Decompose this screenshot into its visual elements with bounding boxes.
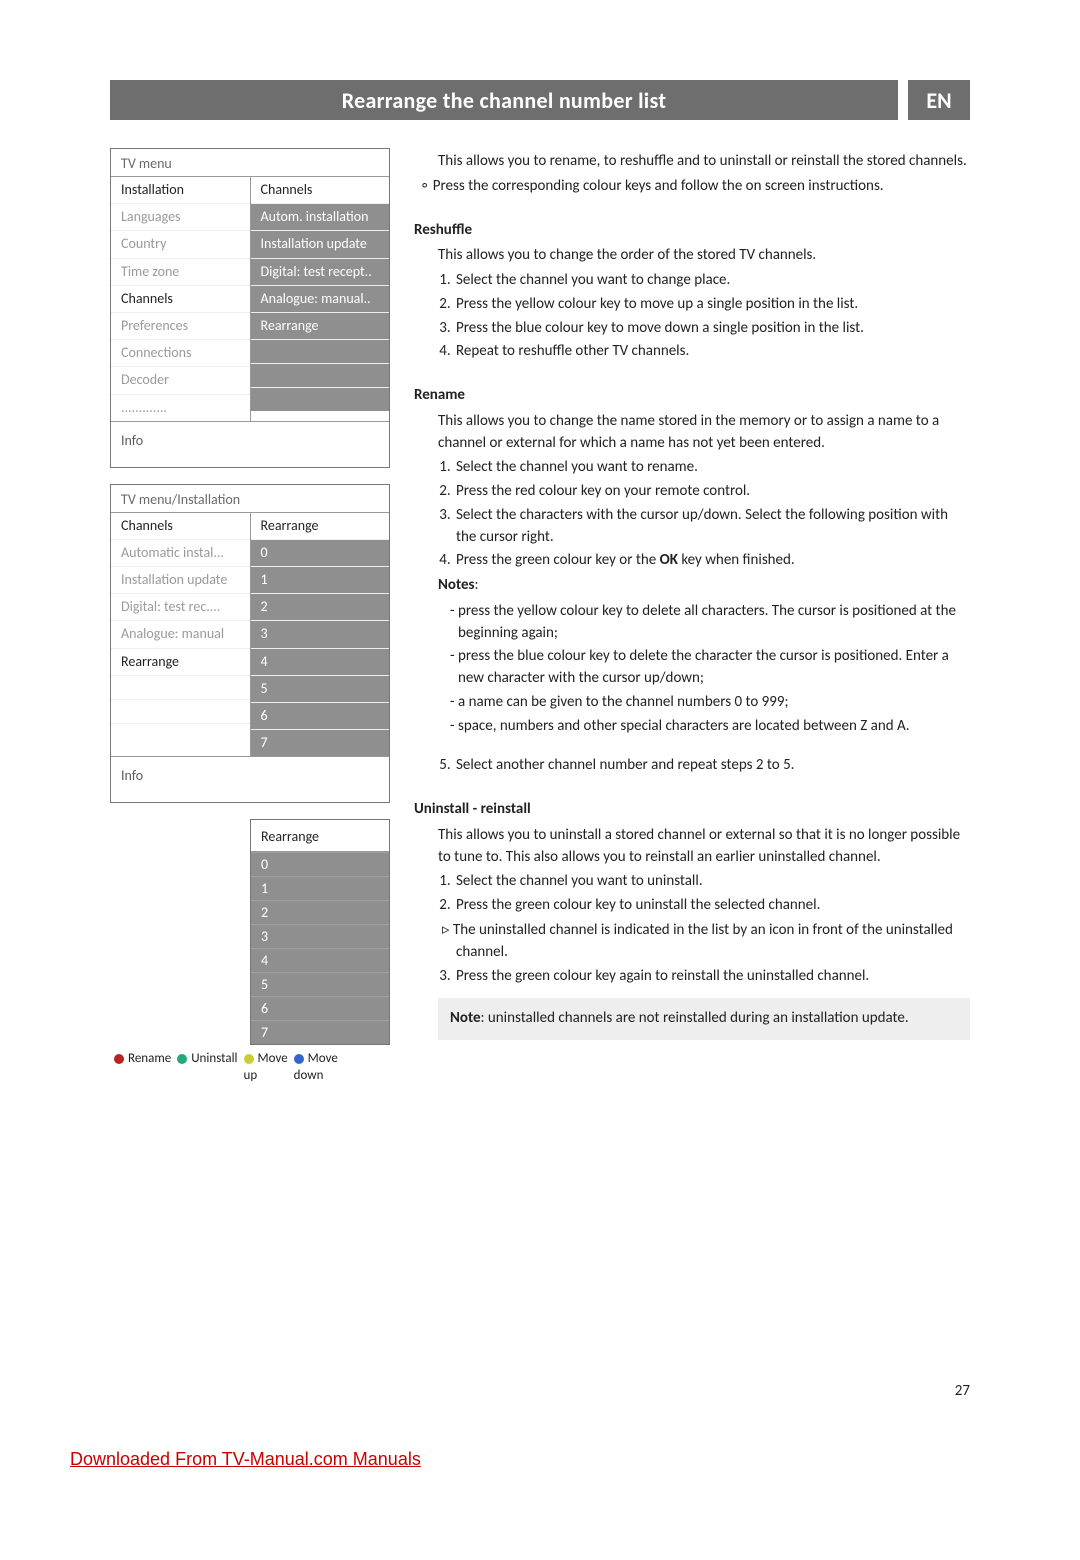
uninstall-note-box: Note: uninstalled channels are not reins…	[438, 998, 970, 1040]
colour-key-legend: Rename Uninstall Move up Move down	[110, 1045, 390, 1087]
panel1-right-item: Rearrange	[251, 312, 390, 339]
uninstall-step3: Press the green colour key again to rein…	[414, 966, 970, 988]
list-item: Select another channel number and repeat…	[454, 755, 970, 777]
rename-step5: Select another channel number and repeat…	[414, 755, 970, 777]
list-item: Repeat to reshuffle other TV channels.	[454, 341, 970, 363]
rearrange-block: Rearrange 0 1 2 3 4 5 6 7 Rename Uninsta…	[110, 819, 390, 1087]
menu-panel-2: TV menu/Installation Channels Automatic …	[110, 484, 390, 804]
reshuffle-steps: Select the channel you want to change pl…	[414, 270, 970, 363]
panel1-right-item: Analogue: manual..	[251, 285, 390, 312]
menu-panel-1: TV menu Installation Languages Country T…	[110, 148, 390, 468]
panel2-left-item: Installation update	[111, 566, 250, 593]
panel1-left-item: Decoder	[111, 366, 250, 393]
list-item: space, numbers and other special charact…	[458, 716, 970, 738]
list-item: Press the green colour key or the OK key…	[454, 550, 970, 572]
list-item: a name can be given to the channel numbe…	[458, 692, 970, 714]
panel3-row: 6	[251, 996, 389, 1020]
list-item: press the blue colour key to delete the …	[458, 646, 970, 690]
intro-2: ∘ Press the corresponding colour keys an…	[414, 176, 970, 198]
panel1-title: TV menu	[111, 149, 389, 177]
rename-desc: This allows you to change the name store…	[414, 411, 970, 455]
panel2-right-item: 3	[251, 620, 390, 647]
language-badge: EN	[908, 80, 970, 120]
panel1-left-item-selected: Channels	[111, 285, 250, 312]
list-item: Press the green colour key to uninstall …	[454, 895, 970, 917]
intro-1: This allows you to rename, to reshuffle …	[414, 151, 970, 173]
panel2-right-item: 2	[251, 593, 390, 620]
uninstall-steps: Select the channel you want to uninstall…	[414, 871, 970, 917]
list-item: Select the channel you want to uninstall…	[454, 871, 970, 893]
body-text: This allows you to rename, to reshuffle …	[414, 148, 970, 1087]
legend-uninstall: Uninstall	[191, 1051, 237, 1066]
panel1-right-item: Digital: test recept..	[251, 258, 390, 285]
rearrange-mini-panel: Rearrange 0 1 2 3 4 5 6 7	[250, 819, 390, 1045]
panel1-left-item: Languages	[111, 203, 250, 230]
panel2-right-item: 0	[251, 539, 390, 566]
panel3-row: 0	[251, 852, 389, 876]
panel1-left-item: Connections	[111, 339, 250, 366]
panel2-info: Info	[111, 756, 389, 802]
panel3-row: 3	[251, 924, 389, 948]
heading-reshuffle: Reshuffle	[414, 220, 970, 242]
red-dot-icon	[114, 1054, 124, 1064]
panel1-left-header: Installation	[111, 177, 250, 203]
panel2-left-item: Analogue: manual	[111, 620, 250, 647]
heading-uninstall: Uninstall - reinstall	[414, 799, 970, 821]
notes-list: press the yellow colour key to delete al…	[434, 601, 970, 738]
list-item: Select the channel you want to change pl…	[454, 270, 970, 292]
panel2-right-item: 1	[251, 566, 390, 593]
list-item: Press the red colour key on your remote …	[454, 481, 970, 503]
header-bar: Rearrange the channel number list EN	[110, 80, 970, 120]
panel3-row: 1	[251, 876, 389, 900]
panel2-right-item: 5	[251, 675, 390, 702]
list-item: Select the characters with the cursor up…	[454, 505, 970, 549]
panel2-title: TV menu/Installation	[111, 485, 389, 513]
panel2-right-header: Rearrange	[251, 513, 390, 539]
legend-rename: Rename	[128, 1051, 171, 1066]
panel1-right-header: Channels	[251, 177, 390, 203]
panel1-left-item: Preferences	[111, 312, 250, 339]
panel1-left-item: .............	[111, 394, 250, 421]
panel2-left-header: Channels	[111, 513, 250, 539]
panel3-row: 4	[251, 948, 389, 972]
green-dot-icon	[177, 1054, 187, 1064]
reshuffle-desc: This allows you to change the order of t…	[414, 245, 970, 267]
list-item: Press the yellow colour key to move up a…	[454, 294, 970, 316]
page-number: 27	[955, 1382, 970, 1400]
panel1-right-item: Installation update	[251, 230, 390, 257]
panel2-right-item: 6	[251, 702, 390, 729]
panel1-info: Info	[111, 421, 389, 467]
panel2-left-item-selected: Rearrange	[111, 648, 250, 675]
panel1-right-item: Autom. installation	[251, 203, 390, 230]
list-item: Select the channel you want to rename.	[454, 457, 970, 479]
panel2-right-item: 7	[251, 729, 390, 756]
panel3-title: Rearrange	[251, 820, 389, 852]
notes-label: Notes:	[414, 575, 970, 597]
heading-rename: Rename	[414, 385, 970, 407]
rename-steps: Select the channel you want to rename. P…	[414, 457, 970, 572]
panel1-left-item: Time zone	[111, 258, 250, 285]
footer-link[interactable]: Downloaded From TV-Manual.com Manuals	[70, 1449, 421, 1470]
page-title: Rearrange the channel number list	[110, 80, 898, 120]
panel2-right-item: 4	[251, 648, 390, 675]
panel2-left-item: Digital: test rec....	[111, 593, 250, 620]
panel1-left-item: Country	[111, 230, 250, 257]
panel3-row: 7	[251, 1020, 389, 1044]
panel3-row: 5	[251, 972, 389, 996]
list-item: Press the green colour key again to rein…	[454, 966, 970, 988]
yellow-dot-icon	[244, 1054, 254, 1064]
panel3-row: 2	[251, 900, 389, 924]
list-item: press the yellow colour key to delete al…	[458, 601, 970, 645]
blue-dot-icon	[294, 1054, 304, 1064]
list-item: Press the blue colour key to move down a…	[454, 318, 970, 340]
uninstall-desc: This allows you to uninstall a stored ch…	[414, 825, 970, 869]
panel2-left-item: Automatic instal...	[111, 539, 250, 566]
uninstall-sub: ▹ The uninstalled channel is indicated i…	[414, 920, 970, 964]
